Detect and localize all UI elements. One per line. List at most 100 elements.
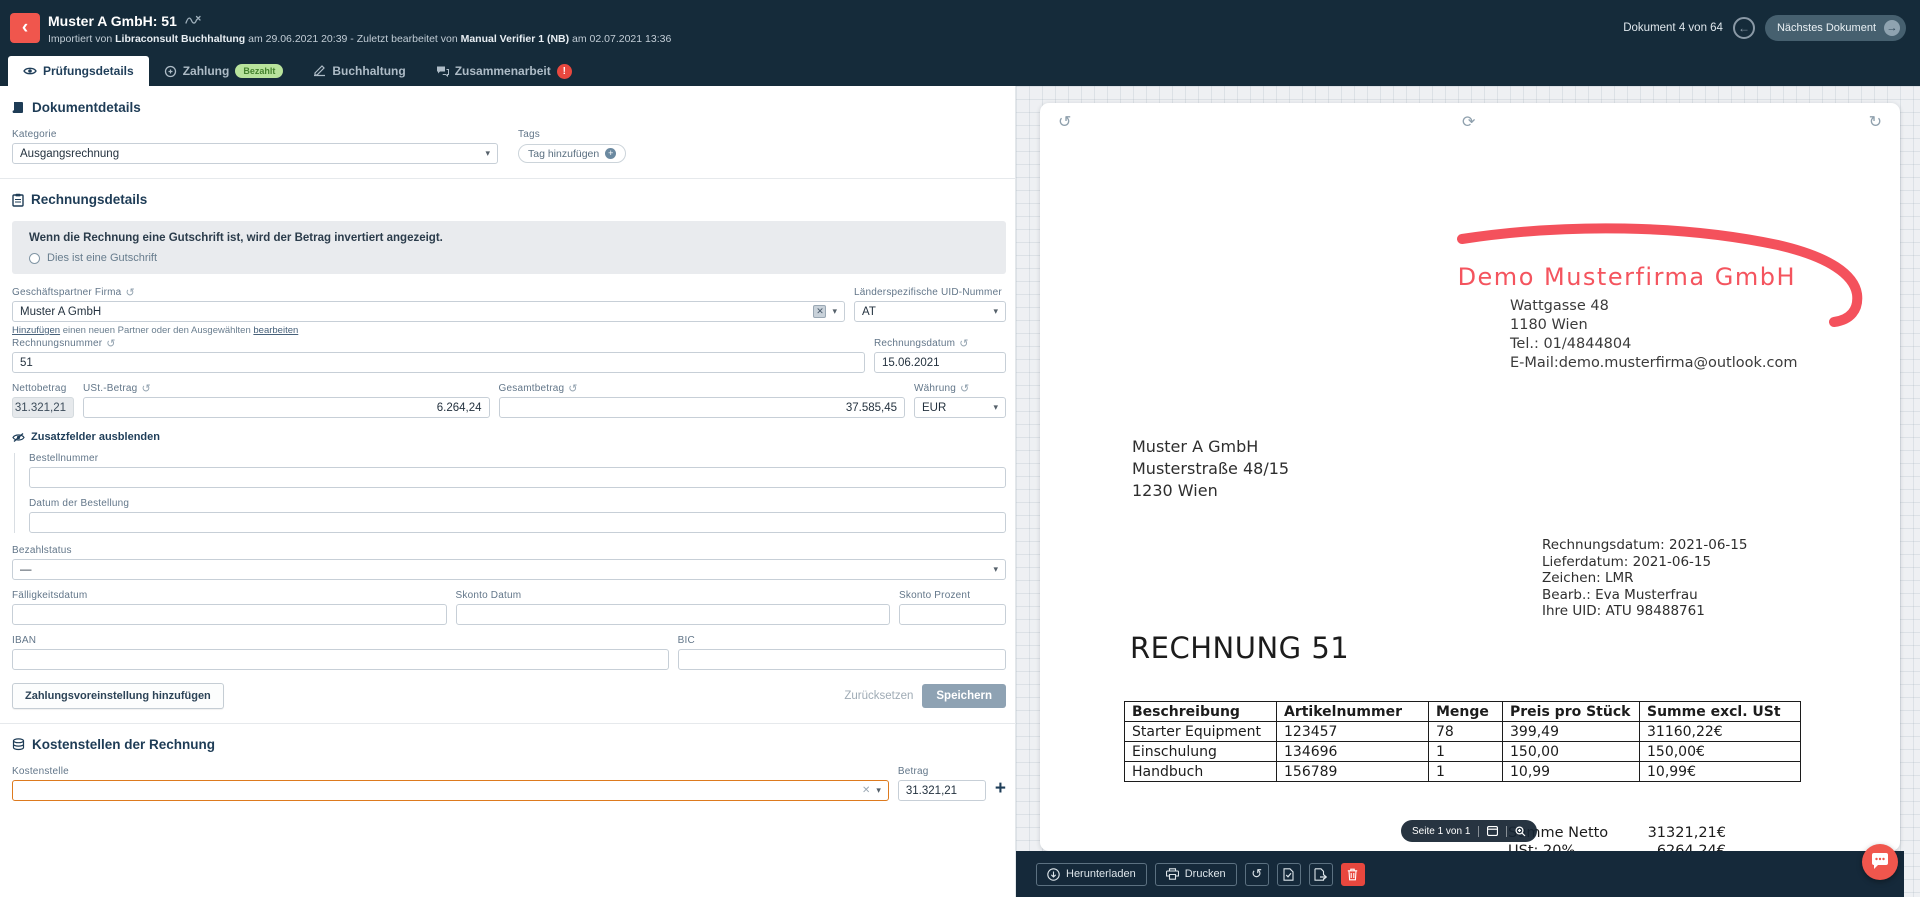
reset-button[interactable]: Zurücksetzen (844, 690, 913, 702)
signature-icon (185, 12, 201, 30)
table-row: Starter Equipment12345778399,4931160,22€ (1125, 722, 1801, 742)
clipboard-icon (12, 193, 24, 207)
document-verify-button[interactable] (1277, 863, 1301, 886)
vat-amount-label: USt.-Betrag↺ (83, 383, 490, 394)
invoice-meta: Rechnungsdatum: 2021-06-15 Lieferdatum: … (1542, 537, 1747, 620)
add-cost-center-button[interactable]: + (995, 780, 1006, 798)
divider (0, 723, 1016, 724)
print-button[interactable]: Drucken (1155, 863, 1237, 886)
chat-bubble-icon (1870, 853, 1890, 871)
history-icon[interactable]: ↺ (959, 339, 968, 349)
invoice-number-input[interactable] (12, 352, 865, 373)
section-dokumentdetails: Dokumentdetails (12, 100, 1006, 115)
invoice-company-address: Wattgasse 48 1180 Wien Tel.: 01/4844804 … (1510, 297, 1798, 373)
rotate-right-icon[interactable]: ↻ (1869, 112, 1882, 132)
details-panel: Dokumentdetails Kategorie Ausgangsrechnu… (0, 86, 1016, 897)
amount-input[interactable] (898, 780, 986, 801)
document-import-meta: Importiert von Libraconsult Buchhaltung … (48, 33, 1623, 45)
credit-note-info-box: Wenn die Rechnung eine Gutschrift ist, w… (12, 221, 1006, 274)
credit-note-radio[interactable] (29, 253, 40, 264)
paid-status-select[interactable]: — ▾ (12, 559, 1006, 580)
total-amount-input[interactable] (499, 397, 906, 418)
document-viewer: ↺ ⟳ ↻ Demo Musterfirma GmbH Wattgasse 48… (1016, 86, 1920, 897)
document-export-icon (1314, 868, 1327, 881)
discount-percent-input[interactable] (899, 604, 1006, 625)
uid-country-select[interactable]: AT ▾ (854, 301, 1006, 322)
paid-status-label: Bezahlstatus (12, 545, 1006, 556)
tab-zahlung[interactable]: Zahlung Bezahlt (149, 56, 299, 86)
invoice-company-name: Demo Musterfirma GmbH (1458, 263, 1796, 291)
fit-page-icon[interactable] (1487, 826, 1498, 836)
extra-fields-group: Bestellnummer Datum der Bestellung (14, 453, 1006, 533)
rotate-left-icon[interactable]: ↺ (1058, 112, 1071, 132)
edit-partner-link[interactable]: bearbeiten (253, 325, 298, 336)
tab-pruefungsdetails[interactable]: Prüfungsdetails (8, 56, 149, 86)
download-button[interactable]: Herunterladen (1036, 863, 1147, 886)
clear-icon[interactable]: ✕ (862, 785, 870, 796)
invoice-date-input[interactable] (874, 352, 1006, 373)
document-position: Dokument 4 von 64 (1623, 22, 1723, 34)
tab-zusammenarbeit[interactable]: Zusammenarbeit ! (421, 56, 587, 86)
save-button[interactable]: Speichern (922, 684, 1006, 708)
table-row: Einschulung1346961150,00150,00€ (1125, 742, 1801, 762)
discount-date-input[interactable] (456, 604, 891, 625)
previous-document-button[interactable]: ← (1733, 17, 1755, 39)
document-history-button[interactable]: ↺ (1245, 863, 1269, 886)
iban-input[interactable] (12, 649, 669, 670)
back-button[interactable]: ‹ (10, 13, 40, 43)
history-icon: ↺ (1251, 866, 1262, 882)
due-date-input[interactable] (12, 604, 447, 625)
document-check-icon (1283, 868, 1294, 881)
history-icon[interactable]: ↺ (125, 288, 134, 298)
refresh-icon[interactable]: ⟳ (1462, 112, 1475, 132)
history-icon[interactable]: ↺ (568, 384, 577, 394)
divider (0, 178, 1016, 179)
history-icon[interactable]: ↺ (141, 384, 150, 394)
tab-buchhaltung[interactable]: Buchhaltung (298, 56, 420, 86)
bic-input[interactable] (678, 649, 1006, 670)
alert-badge: ! (557, 64, 572, 79)
app-header: ‹ Muster A GmbH: 51 Importiert von Libra… (0, 0, 1920, 86)
add-payment-preset-button[interactable]: Zahlungsvoreinstellung hinzufügen (12, 683, 224, 709)
credit-note-info-text: Wenn die Rechnung eine Gutschrift ist, w… (29, 232, 989, 244)
order-date-input[interactable] (29, 512, 1006, 533)
viewer-toolbar: Herunterladen Drucken ↺ (1016, 851, 1904, 897)
kategorie-select[interactable]: Ausgangsrechnung ▾ (12, 143, 498, 164)
invoice-recipient: Muster A GmbH Musterstraße 48/15 1230 Wi… (1132, 436, 1289, 502)
document-export-button[interactable] (1309, 863, 1333, 886)
partner-select[interactable]: Muster A GmbH ✕ ▾ (12, 301, 845, 322)
add-tag-button[interactable]: Tag hinzufügen + (518, 144, 626, 163)
chat-bubbles-icon (436, 65, 449, 77)
kategorie-label: Kategorie (12, 129, 498, 140)
toggle-extra-fields-link[interactable]: Zusatzfelder ausblenden (12, 431, 1006, 443)
zoom-in-icon[interactable] (1515, 826, 1526, 837)
download-icon (1047, 868, 1060, 881)
pdf-page: ↺ ⟳ ↻ Demo Musterfirma GmbH Wattgasse 48… (1040, 103, 1900, 851)
currency-label: Währung↺ (914, 383, 1006, 394)
history-icon[interactable]: ↺ (960, 384, 969, 394)
next-document-button[interactable]: Nächstes Dokument → (1765, 15, 1906, 41)
clear-selection-icon[interactable]: ✕ (813, 305, 826, 318)
invoice-sum-net-value: 31321,21€ (1636, 825, 1726, 841)
partner-helper: Hinzufügen einen neuen Partner oder den … (12, 325, 845, 336)
chat-launcher-button[interactable] (1862, 844, 1898, 880)
bic-label: BIC (678, 635, 1006, 646)
chevron-down-icon: ▾ (876, 785, 881, 796)
order-number-input[interactable] (29, 467, 1006, 488)
invoice-date-label: Rechnungsdatum↺ (874, 338, 1006, 349)
currency-select[interactable]: EUR ▾ (914, 397, 1006, 418)
history-icon[interactable]: ↺ (106, 339, 115, 349)
invoice-line-items-table: Beschreibung Artikelnummer Menge Preis p… (1124, 701, 1801, 782)
cost-center-select[interactable]: ✕ ▾ (12, 780, 889, 801)
eye-off-icon (12, 432, 25, 443)
amount-label: Betrag (898, 766, 986, 777)
invoice-sum-vat-value: 6264,24€ (1636, 843, 1726, 851)
app: ‹ Muster A GmbH: 51 Importiert von Libra… (0, 0, 1920, 897)
chevron-down-icon: ▾ (993, 402, 998, 413)
vat-amount-input[interactable] (83, 397, 490, 418)
section-rechnungsdetails: Rechnungsdetails (12, 192, 1006, 207)
plus-icon: + (605, 148, 616, 159)
delete-document-button[interactable] (1341, 863, 1365, 886)
add-partner-link[interactable]: Hinzufügen (12, 325, 60, 336)
printer-icon (1166, 868, 1179, 880)
